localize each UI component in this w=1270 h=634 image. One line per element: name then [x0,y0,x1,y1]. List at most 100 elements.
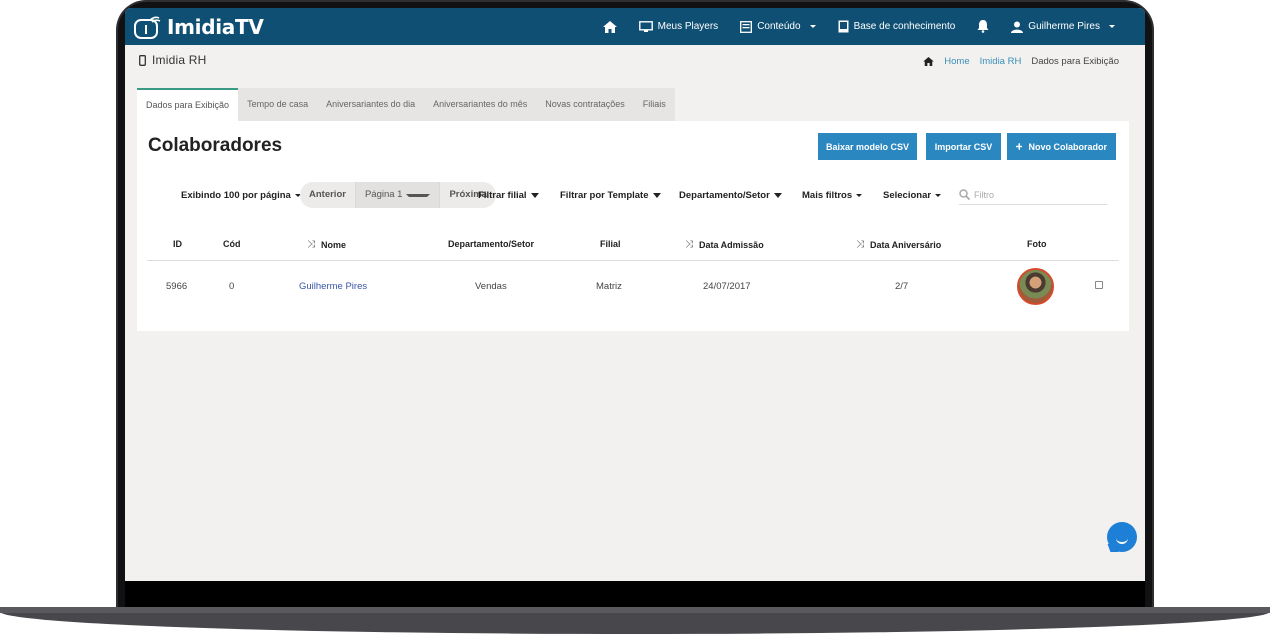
tab-bar: Dados para Exibição Tempo de casa Aniver… [137,88,675,121]
col-nome[interactable]: ⤨ Nome [307,239,346,250]
page-select-label: Página 1 [364,189,403,200]
table-row: 5966 0 Guilherme Pires Vendas Matriz 24/… [147,261,1119,313]
filter-branch-label: Filtrar filial [478,189,527,201]
tab-aniversariantes-dia[interactable]: Aniversariantes do dia [317,88,424,121]
home-icon [602,20,617,33]
content-icon [740,20,753,33]
sort-icon: ⤨ [856,239,864,250]
top-navbar: ImidiaTV Meus Players Conteúdo Base de c… [125,8,1145,45]
new-employee-label: Novo Colaborador [1028,141,1107,152]
logo[interactable]: ImidiaTV [133,12,264,42]
page-title-text: Imidia RH [152,53,207,67]
per-page-label: Exibindo 100 por página [181,189,291,201]
filter-template-button[interactable]: Filtrar por Template [560,181,661,209]
app-screen: ImidiaTV Meus Players Conteúdo Base de c… [125,8,1145,581]
chevron-down-icon [809,25,816,28]
more-filters-dropdown[interactable]: Mais filtros [802,181,863,209]
nav-user-label: Guilherme Pires [1028,21,1100,32]
breadcrumb-home[interactable]: Home [944,56,969,67]
pagination: Anterior Página 1 Próxima [300,182,496,208]
col-foto: Foto [1027,239,1047,249]
col-filial[interactable]: Filial [600,239,621,249]
tab-dados-exibicao[interactable]: Dados para Exibição [137,88,239,121]
cell-cod: 0 [229,281,235,292]
cell-id: 5966 [166,281,188,292]
screen-bezel-bottom [125,581,1145,607]
select-label: Selecionar [883,189,932,201]
sort-icon: ⤨ [307,239,315,250]
row-select-checkbox[interactable] [1095,281,1103,289]
col-id[interactable]: ID [173,239,182,249]
tab-filiais[interactable]: Filiais [634,88,675,121]
col-departamento[interactable]: Departamento/Setor [448,239,534,249]
bell-icon [977,20,989,33]
content-panel: Colaboradores Baixar modelo CSV Importar… [137,121,1129,331]
col-nome-label: Nome [321,239,347,250]
laptop-hinge [0,607,1270,613]
mobile-icon [139,54,146,66]
breadcrumb: Home Imidia RH Dados para Exibição [923,56,1119,67]
filter-icon [773,192,782,198]
subheader: Imidia RH Home Imidia RH Dados para Exib… [125,45,1145,76]
col-aniversario-label: Data Aniversário [870,239,942,250]
nav-user-menu[interactable]: Guilherme Pires [1011,21,1115,33]
cell-admissao: 24/07/2017 [703,281,751,292]
more-filters-label: Mais filtros [802,189,853,201]
nav-players-label: Meus Players [657,21,719,32]
nav-knowledge-base[interactable]: Base de conhecimento [838,20,956,33]
nav-home[interactable] [602,20,617,33]
logo-text: ImidiaTV [167,15,264,39]
filter-template-label: Filtrar por Template [560,189,649,201]
prev-page-button[interactable]: Anterior [300,182,355,208]
employee-name-link[interactable]: Guilherme Pires [299,281,367,292]
department-filter-label: Departamento/Setor [679,189,770,201]
sort-icon: ⤨ [685,239,693,250]
page-title: Imidia RH [139,53,206,67]
download-csv-button[interactable]: Baixar modelo CSV [818,133,917,160]
per-page-dropdown[interactable]: Exibindo 100 por página [181,181,301,209]
import-csv-button[interactable]: Importar CSV [926,133,1001,160]
tab-novas-contratacoes[interactable]: Novas contratações [536,88,634,121]
nav-notifications[interactable] [977,20,989,33]
nav-players[interactable]: Meus Players [638,20,719,33]
nav-knowledge-label: Base de conhecimento [853,21,956,32]
filter-icon [652,192,661,198]
breadcrumb-section[interactable]: Imidia RH [980,56,1022,67]
avatar[interactable] [1017,268,1054,305]
nav-content-label: Conteúdo [757,21,801,32]
cell-departamento: Vendas [475,281,507,292]
new-employee-button[interactable]: Novo Colaborador [1007,133,1116,160]
col-cod[interactable]: Cód [223,239,241,249]
book-icon [838,20,849,33]
tab-tempo-casa[interactable]: Tempo de casa [238,88,317,121]
monitor-icon [638,20,653,32]
nav-content[interactable]: Conteúdo [740,20,816,33]
plus-icon [1016,143,1023,150]
chevron-down-icon [935,193,942,197]
filter-branch-button[interactable]: Filtrar filial [478,181,539,209]
table-header: ID Cód ⤨ Nome Departamento/Setor Filial ⤨… [147,233,1119,261]
cell-aniversario: 2/7 [895,281,909,292]
col-aniversario[interactable]: ⤨ Data Aniversário [856,239,941,250]
search-placeholder: Filtro [974,189,994,200]
page-select[interactable]: Página 1 [354,182,441,208]
filter-icon [530,192,539,198]
chevron-down-icon [406,194,431,197]
tv-logo-icon [134,16,161,39]
search-icon [959,189,970,200]
select-dropdown[interactable]: Selecionar [883,181,942,209]
col-admissao[interactable]: ⤨ Data Admissão [685,239,764,250]
col-admissao-label: Data Admissão [699,239,764,250]
search-input[interactable]: Filtro [959,185,1107,205]
tab-aniversariantes-mes[interactable]: Aniversariantes do mês [424,88,536,121]
table-toolbar: Exibindo 100 por página Anterior Página … [137,181,1129,209]
department-filter-button[interactable]: Departamento/Setor [679,181,782,209]
user-icon [1011,21,1024,33]
home-icon [923,57,935,66]
cell-filial: Matriz [596,281,622,292]
panel-title: Colaboradores [148,135,283,156]
chevron-down-icon [856,193,863,197]
chevron-down-icon [1109,25,1115,28]
breadcrumb-current: Dados para Exibição [1031,56,1119,67]
chat-support-button[interactable] [1107,522,1137,552]
